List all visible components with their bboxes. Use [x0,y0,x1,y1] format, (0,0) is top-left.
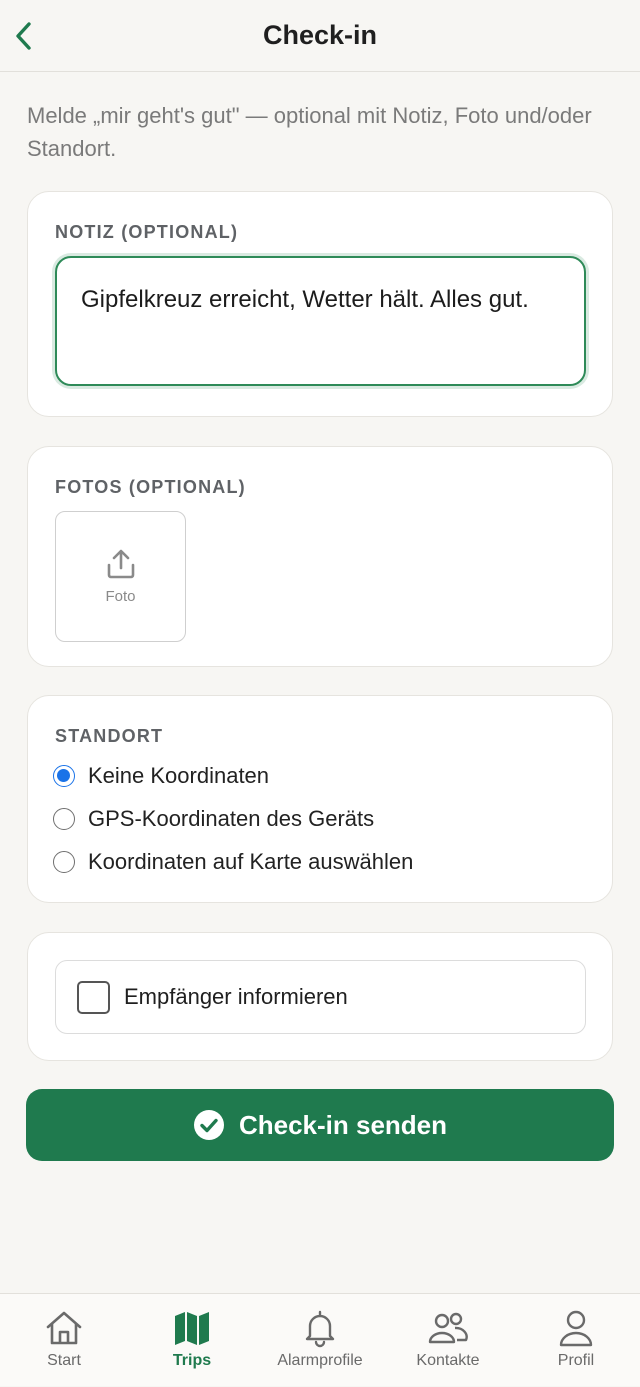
location-option-map[interactable]: Koordinaten auf Karte auswählen [53,844,413,880]
send-check-in-button[interactable]: Check-in senden [26,1089,614,1161]
photos-label: FOTOS (OPTIONAL) [55,477,246,497]
location-option-none[interactable]: Keine Koordinaten [53,758,269,794]
location-card: STANDORT Keine Koordinaten GPS-Koordinat… [27,695,613,903]
radio-selected[interactable] [53,765,75,787]
map-icon [175,1312,209,1345]
check-circle-icon [193,1110,224,1140]
notify-recipients-toggle[interactable]: Empfänger informieren [55,960,586,1034]
send-check-in-label: Check-in senden [238,1109,448,1140]
tab-label: Alarmprofile [277,1352,363,1369]
radio-unselected[interactable] [53,851,75,873]
home-icon [46,1311,82,1345]
photos-card: FOTOS (OPTIONAL) Foto [27,446,613,667]
location-option-label: Keine Koordinaten [88,763,270,788]
bottom-tab-bar: Start Trips Alarmprofile Kontakte Profil [0,1293,640,1386]
location-option-label: GPS-Koordinaten des Geräts [88,806,375,831]
location-label: STANDORT [55,726,164,746]
upload-icon [107,549,134,579]
add-photo-button[interactable]: Foto [55,511,186,642]
add-photo-label: Foto [105,588,136,605]
tab-label: Trips [172,1352,212,1369]
tab-profil[interactable]: Profil [512,1294,640,1387]
tab-label: Start [47,1352,81,1369]
tab-start[interactable]: Start [0,1294,128,1387]
bell-icon [305,1310,335,1348]
page-title: Check-in [262,20,378,50]
note-card: NOTIZ (OPTIONAL) Gipfelkreuz erreicht, W… [27,191,613,417]
top-bar: Check-in [0,0,640,72]
tab-kontakte[interactable]: Kontakte [384,1294,512,1387]
note-textarea[interactable]: Gipfelkreuz erreicht, Wetter hält. Alles… [55,256,586,386]
tab-trips[interactable]: Trips [128,1294,256,1387]
tab-label: Profil [557,1352,595,1369]
notify-checkbox[interactable] [77,980,110,1014]
location-option-gps[interactable]: GPS-Koordinaten des Geräts [53,801,374,837]
note-label: NOTIZ (OPTIONAL) [55,222,239,242]
radio-unselected[interactable] [53,808,75,830]
tab-label: Kontakte [416,1352,480,1369]
notify-label: Empfänger informieren [124,984,348,1009]
location-option-label: Koordinaten auf Karte auswählen [88,849,414,874]
profile-icon [559,1310,593,1347]
tab-alarmprofile[interactable]: Alarmprofile [256,1294,384,1387]
notify-card: Empfänger informieren [27,932,613,1061]
contacts-icon [428,1312,468,1344]
intro-text: Melde „mir geht's gut" — optional mit No… [27,103,592,161]
